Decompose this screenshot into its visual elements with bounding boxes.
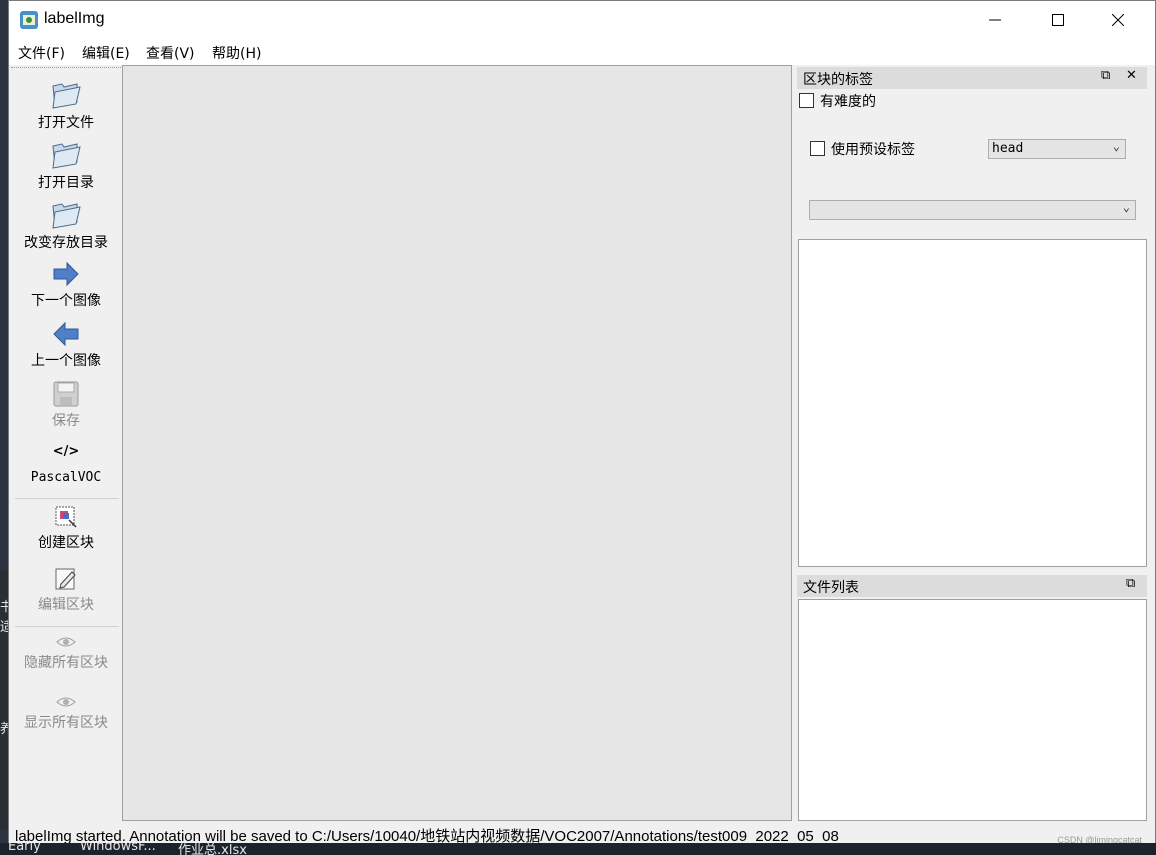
file-list[interactable] bbox=[798, 599, 1147, 821]
edit-box-button[interactable]: 编辑区块 bbox=[11, 566, 121, 614]
app-window: labelImg 文件(F) 编辑(E) 查看(V) 帮助(H) 打开文件 打开… bbox=[8, 0, 1156, 845]
hide-all-button[interactable]: 隐藏所有区块 bbox=[11, 634, 121, 672]
open-dir-button[interactable]: 打开目录 bbox=[11, 138, 121, 192]
change-save-dir-label: 改变存放目录 bbox=[24, 235, 108, 251]
next-image-label: 下一个图像 bbox=[31, 293, 101, 309]
close-window-button[interactable] bbox=[1089, 1, 1147, 39]
taskbar-item[interactable]: WindowsF... bbox=[80, 843, 156, 854]
create-rect-icon bbox=[55, 506, 77, 528]
format-toggle-button[interactable]: </> PascalVOC bbox=[11, 444, 121, 485]
edit-box-label: 编辑区块 bbox=[38, 597, 94, 613]
menu-edit[interactable]: 编辑(E) bbox=[82, 43, 130, 63]
label-filter-combo[interactable]: ⌄ bbox=[809, 200, 1136, 220]
dock-close-icon[interactable]: ✕ bbox=[1126, 68, 1137, 83]
dock-float-icon[interactable]: ⧉ bbox=[1126, 576, 1135, 591]
change-save-dir-button[interactable]: 改变存放目录 bbox=[11, 198, 121, 252]
create-box-button[interactable]: 创建区块 bbox=[11, 504, 121, 552]
maximize-button[interactable] bbox=[1029, 1, 1087, 39]
hide-all-label: 隐藏所有区块 bbox=[24, 655, 108, 671]
eye-icon bbox=[56, 637, 76, 647]
prev-image-button[interactable]: 上一个图像 bbox=[11, 320, 121, 370]
menu-bar: 文件(F) 编辑(E) 查看(V) 帮助(H) bbox=[9, 39, 1155, 65]
title-bar[interactable]: labelImg bbox=[9, 1, 1155, 39]
taskbar: Early WindowsF... 作业总.xlsx bbox=[0, 843, 1156, 855]
code-format-icon: </> bbox=[52, 444, 80, 459]
show-all-label: 显示所有区块 bbox=[24, 715, 108, 731]
arrow-right-icon bbox=[53, 261, 79, 287]
difficult-label: 有难度的 bbox=[820, 94, 876, 110]
left-toolbar: 打开文件 打开目录 改变存放目录 下一个图像 上一个图像 保存 </> Pasc… bbox=[11, 67, 121, 820]
label-dock-title: 区块的标签 bbox=[803, 72, 873, 88]
file-dock-title: 文件列表 bbox=[803, 580, 859, 596]
default-label-value: head bbox=[992, 141, 1024, 156]
window-title: labelImg bbox=[44, 10, 105, 27]
open-file-label: 打开文件 bbox=[38, 115, 94, 131]
toolbar-divider bbox=[15, 498, 119, 499]
label-list[interactable] bbox=[798, 239, 1147, 567]
maximize-icon bbox=[1052, 14, 1064, 26]
difficult-checkbox[interactable] bbox=[799, 93, 814, 108]
minimize-button[interactable] bbox=[966, 1, 1024, 39]
eye-icon bbox=[56, 697, 76, 707]
chevron-down-icon: ⌄ bbox=[1122, 200, 1130, 214]
open-dir-label: 打开目录 bbox=[38, 175, 94, 191]
edit-pencil-icon bbox=[55, 568, 76, 590]
toolbar-divider bbox=[15, 626, 119, 627]
folder-open-icon bbox=[52, 203, 81, 229]
default-label-combo[interactable]: head ⌄ bbox=[988, 139, 1126, 159]
label-dock-titlebar[interactable]: 区块的标签 ⧉ ✕ bbox=[797, 67, 1147, 89]
open-file-button[interactable]: 打开文件 bbox=[11, 78, 121, 132]
labelimg-app-icon bbox=[20, 11, 38, 29]
save-label: 保存 bbox=[52, 413, 80, 429]
status-bar: labelImg started. Annotation will be sav… bbox=[9, 821, 1155, 845]
menu-help[interactable]: 帮助(H) bbox=[212, 43, 261, 63]
taskbar-item[interactable]: Early bbox=[8, 843, 41, 854]
file-dock-titlebar[interactable]: 文件列表 ⧉ bbox=[797, 575, 1147, 597]
menu-file[interactable]: 文件(F) bbox=[18, 43, 65, 63]
chevron-down-icon: ⌄ bbox=[1112, 139, 1120, 153]
minimize-icon bbox=[989, 19, 1001, 21]
menu-view[interactable]: 查看(V) bbox=[146, 43, 195, 63]
use-default-label-text: 使用预设标签 bbox=[831, 142, 915, 158]
dock-float-icon[interactable]: ⧉ bbox=[1101, 68, 1110, 83]
folder-open-icon bbox=[52, 83, 81, 109]
format-label: PascalVOC bbox=[30, 470, 102, 485]
image-canvas[interactable] bbox=[122, 65, 792, 821]
floppy-save-icon bbox=[53, 381, 79, 407]
close-icon bbox=[1112, 14, 1124, 26]
prev-image-label: 上一个图像 bbox=[31, 353, 101, 369]
use-default-label-checkbox[interactable] bbox=[810, 141, 825, 156]
arrow-left-icon bbox=[53, 321, 79, 347]
show-all-button[interactable]: 显示所有区块 bbox=[11, 694, 121, 732]
next-image-button[interactable]: 下一个图像 bbox=[11, 260, 121, 310]
taskbar-item[interactable]: 作业总.xlsx bbox=[178, 843, 247, 855]
save-button[interactable]: 保存 bbox=[11, 380, 121, 430]
folder-open-icon bbox=[52, 143, 81, 169]
create-box-label: 创建区块 bbox=[38, 535, 94, 551]
